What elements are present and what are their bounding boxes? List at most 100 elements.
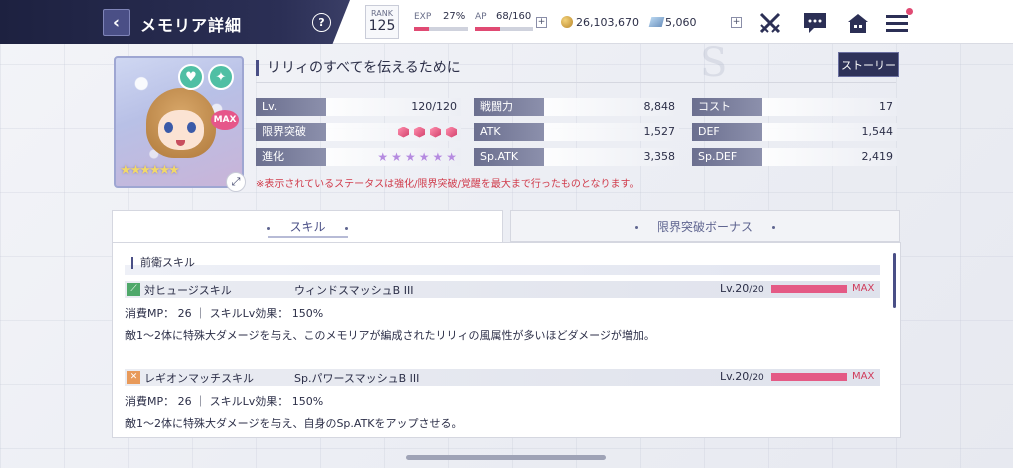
top-bar: ‹ メモリア詳細 ? RANK 125 EXP 27% AP 68/160 + … (0, 0, 1013, 44)
skill-panel: 前衛スキル ⟋ 対ヒュージスキル ウィンドスマッシュB III Lv.20/20… (112, 242, 901, 438)
tab-limit-break-bonus[interactable]: 限界突破ボーナス (510, 210, 900, 242)
exp-label: EXP (414, 12, 432, 22)
skill-name: Sp.パワースマッシュB III (294, 372, 420, 385)
stat-key: 限界突破 (256, 123, 326, 141)
help-button[interactable]: ? (312, 13, 331, 32)
limit-break-gem-icon (414, 126, 425, 138)
stat-value: 2,419 (762, 148, 897, 166)
stat-row-sp-atk: Sp.ATK 3,358 (474, 148, 679, 166)
evolution-star-icon: ★ (446, 150, 457, 164)
stat-key: Sp.ATK (474, 148, 544, 166)
notification-dot (906, 8, 913, 15)
stat-row-cost: コスト 17 (692, 98, 897, 116)
crossed-swords-icon: ✕ (127, 371, 140, 384)
gem-amount: 5,060 (665, 16, 697, 29)
expand-icon[interactable]: ⤢ (226, 172, 246, 192)
portrait-eye (164, 122, 173, 133)
back-button[interactable]: ‹ (103, 9, 130, 36)
limit-break-gem-icon (446, 126, 457, 138)
exp-percent: 27% (443, 11, 466, 22)
chevron-left-icon: ‹ (112, 12, 120, 33)
gem-plus-button[interactable]: + (731, 17, 742, 28)
chat-icon[interactable] (802, 10, 828, 36)
ap-bar (475, 27, 533, 31)
stat-row-power: 戦闘力 8,848 (474, 98, 679, 116)
panel-scrollbar[interactable] (893, 253, 896, 308)
story-button[interactable]: ストーリー (838, 52, 899, 77)
memoria-name: リリィのすべてを伝えるために (256, 60, 896, 76)
sword-icon: ⟋ (127, 283, 140, 296)
skill-header: ⟋ 対ヒュージスキル ウィンドスマッシュB III Lv.20/20 MAX (125, 281, 880, 298)
gold-amount: 26,103,670 (576, 16, 639, 29)
ap-label: AP (475, 12, 487, 22)
gem-icon (648, 17, 665, 27)
status-note: ※表示されているステータスは強化/限界突破/覚醒を最大まで行ったものとなります。 (256, 179, 640, 190)
stat-row-limit-break: 限界突破 (256, 123, 461, 141)
ap-value: 68/160 (496, 11, 532, 22)
stat-key: 進化 (256, 148, 326, 166)
skill-max-label: MAX (852, 371, 875, 382)
page-title: メモリア詳細 (140, 16, 243, 35)
skill-description: 敵1～2体に特殊大ダメージを与え、自身のSp.ATKをアップさせる。 (125, 417, 463, 430)
evolution-stars: ★ ★ ★ ★ ★ ★ (326, 148, 461, 166)
rank-value: 125 (368, 18, 396, 34)
skill-level-bar (771, 373, 847, 381)
section-header-bar (125, 265, 880, 275)
stat-row-evolution: 進化 ★ ★ ★ ★ ★ ★ (256, 148, 461, 166)
tab-bonus-label: 限界突破ボーナス (634, 218, 776, 235)
stat-value: 3,358 (544, 148, 679, 166)
skill-description: 敵1～2体に特殊大ダメージを与え、このメモリアが編成されたリリィの風属性が多いほ… (125, 329, 655, 342)
stat-value: 8,848 (544, 98, 679, 116)
stat-value: 120/120 (326, 98, 461, 116)
ap-bar-fill (475, 27, 500, 31)
skill-meta: 消費MP： 26 ｜ スキルLv効果： 150% (125, 307, 324, 320)
evolution-star-icon: ★ (418, 150, 430, 164)
exp-bar-fill (414, 27, 429, 31)
sparkle-badge-icon: ✦ (208, 64, 234, 90)
skill-level-value: Lv.20 (720, 282, 750, 295)
limit-break-gem-icon (430, 126, 441, 138)
skill-level-max: /20 (749, 285, 764, 295)
name-divider (256, 82, 896, 83)
limit-break-gems (326, 123, 461, 141)
stat-key: 戦闘力 (474, 98, 544, 116)
rank-box: RANK 125 (365, 5, 399, 39)
crossed-swords-icon[interactable] (757, 10, 783, 36)
stat-key: DEF (692, 123, 762, 141)
stat-row-def: DEF 1,544 (692, 123, 897, 141)
rank-label: RANK (371, 9, 393, 18)
skill-level-max: /20 (749, 373, 764, 383)
skill-type: 対ヒュージスキル (144, 284, 232, 297)
skill-type: レギオンマッチスキル (144, 372, 254, 385)
exp-bar (414, 27, 468, 31)
stat-value: 1,544 (762, 123, 897, 141)
evolution-star-icon: ★ (377, 150, 389, 164)
ap-plus-button[interactable]: + (536, 17, 547, 28)
stat-key: Sp.DEF (692, 148, 762, 166)
max-badge: MAX (211, 110, 239, 130)
stat-row-atk: ATK 1,527 (474, 123, 679, 141)
card-rarity-stars: ★★★★★★ (120, 163, 180, 178)
tab-active-underline (268, 236, 348, 238)
stat-key: Lv. (256, 98, 326, 116)
tab-skill-label: スキル (267, 218, 348, 235)
section-title: 前衛スキル (131, 257, 195, 269)
skill-level: Lv.20/20 (720, 370, 764, 383)
evolution-star-icon: ★ (404, 150, 416, 164)
limit-break-gem-icon (398, 126, 409, 138)
home-icon[interactable] (845, 10, 871, 36)
home-indicator (406, 455, 606, 460)
evolution-star-icon: ★ (432, 150, 444, 164)
portrait-eye (187, 122, 196, 133)
skill-header: ✕ レギオンマッチスキル Sp.パワースマッシュB III Lv.20/20 M… (125, 369, 880, 386)
skill-level: Lv.20/20 (720, 282, 764, 295)
skill-max-label: MAX (852, 283, 875, 294)
skill-name: ウィンドスマッシュB III (294, 284, 414, 297)
stat-key: ATK (474, 123, 544, 141)
skill-level-bar (771, 285, 847, 293)
memoria-card-image[interactable]: ♥ ✦ MAX ★★★★★★ (114, 56, 244, 188)
heart-badge-icon: ♥ (178, 64, 204, 90)
skill-level-value: Lv.20 (720, 370, 750, 383)
stat-value: 17 (762, 98, 897, 116)
stat-row-sp-def: Sp.DEF 2,419 (692, 148, 897, 166)
